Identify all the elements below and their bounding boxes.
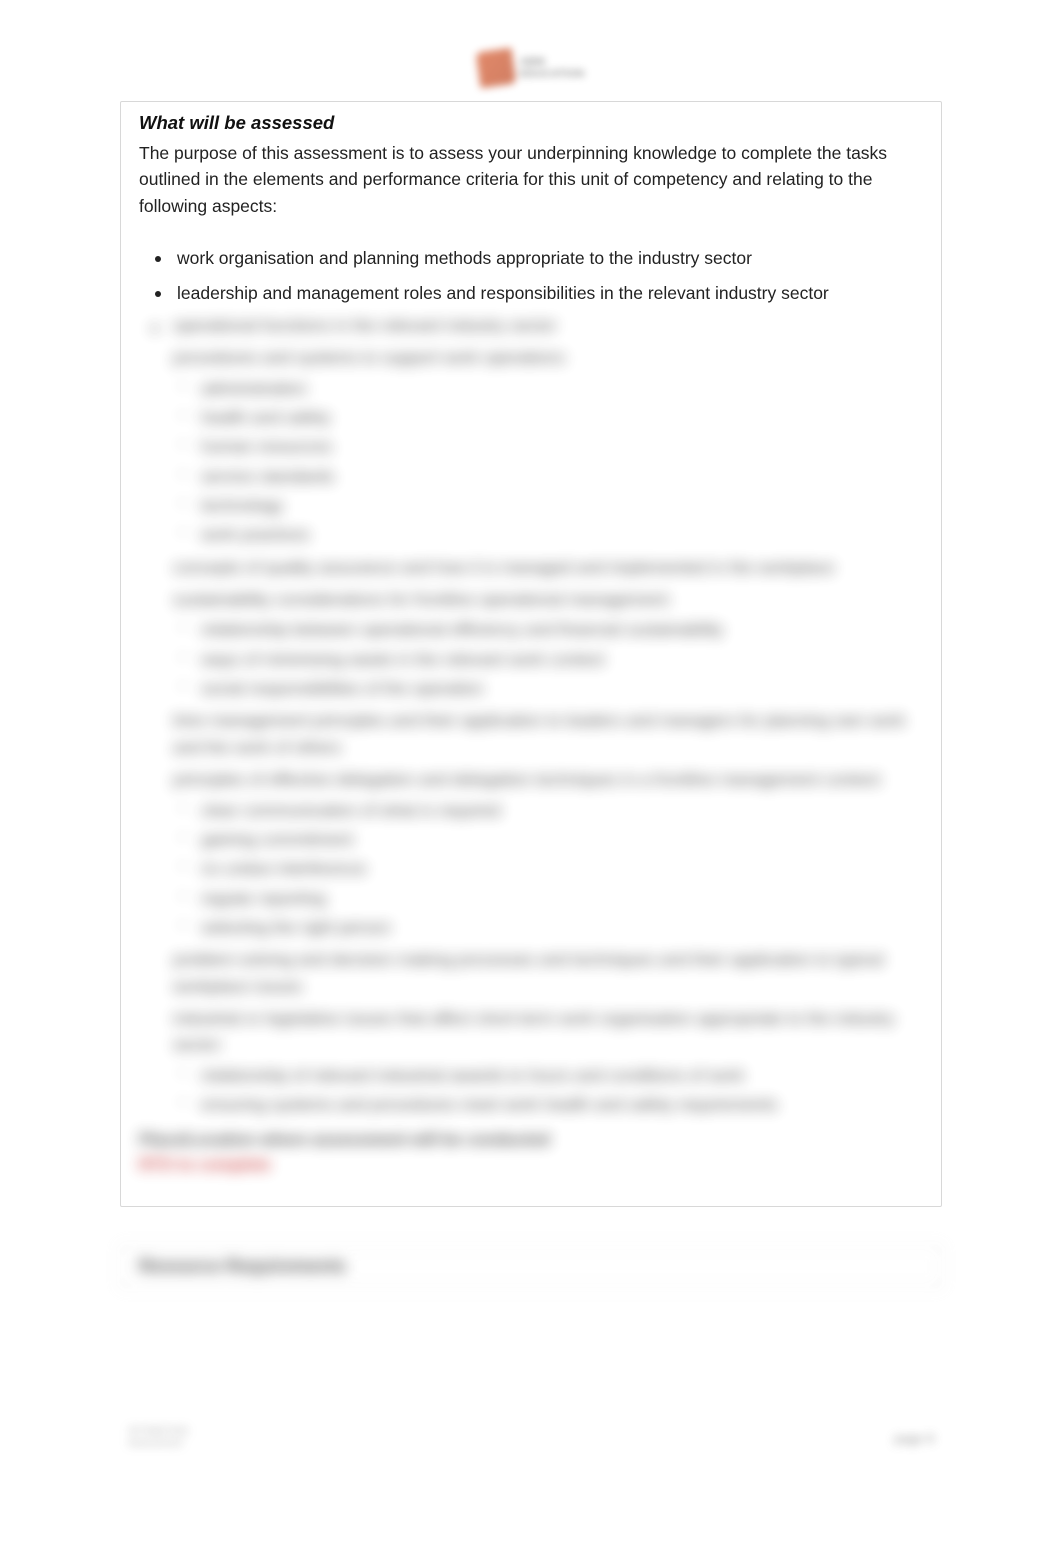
logo-mark-icon [475, 48, 516, 89]
sub-list-item: social responsibilities of the operation [201, 676, 923, 702]
page-footer: SITXMGT001 Assessment page 9 [0, 1426, 1062, 1450]
assessment-list: work organisation and planning methods a… [139, 243, 923, 307]
logo-line-2: EDUCATION [520, 68, 585, 80]
sub-list-item: no undue interference [201, 856, 923, 882]
list-item: concepts of quality assurance and how it… [173, 555, 923, 581]
sub-list-item: administration [201, 376, 923, 402]
header-logo-area: ABM EDUCATION [0, 50, 1062, 86]
list-item: industrial or legislative issues that af… [173, 1006, 923, 1118]
list-item: problem-solving and decision making proc… [173, 947, 923, 1000]
footer-page-number: page 9 [894, 1431, 934, 1446]
section-heading: What will be assessed [139, 112, 923, 134]
sub-list: administration health and safety human r… [173, 376, 923, 549]
intro-paragraph: The purpose of this assessment is to ass… [139, 140, 923, 219]
list-item-text: procedures and systems to support work o… [173, 348, 568, 367]
final-bold-line: Place/Location where assessment will be … [139, 1128, 923, 1153]
list-item: work organisation and planning methods a… [173, 243, 923, 272]
content-inner: What will be assessed The purpose of thi… [121, 102, 941, 1206]
sub-list-item: technology [201, 493, 923, 519]
sub-list-item: human resources [201, 434, 923, 460]
blurred-list: operational functions in the relevant in… [139, 313, 923, 1118]
list-item-text: sustainability considerations for frontl… [173, 590, 672, 609]
list-item: procedures and systems to support work o… [173, 345, 923, 548]
sub-list-item: health and safety [201, 405, 923, 431]
list-item-text: principles of effective delegation and d… [173, 770, 883, 789]
sub-list-item: relationship of relevant industrial awar… [201, 1063, 923, 1089]
list-item: time management principles and their app… [173, 708, 923, 761]
sub-list-item: ways of minimising waste in the relevant… [201, 647, 923, 673]
list-item: operational functions in the relevant in… [173, 313, 923, 339]
section-title: Resource Requirements [139, 1256, 923, 1277]
logo-line-1: ABM [520, 56, 585, 68]
final-red-line: RTO to complete [139, 1153, 923, 1178]
sub-list-item: service standards [201, 464, 923, 490]
sub-list-item: regular reporting [201, 886, 923, 912]
section-title-row: Resource Requirements [120, 1245, 942, 1288]
sub-list: relationship of relevant industrial awar… [173, 1063, 923, 1119]
list-item: principles of effective delegation and d… [173, 767, 923, 941]
list-item: leadership and management roles and resp… [173, 278, 923, 307]
final-lines: Place/Location where assessment will be … [139, 1128, 923, 1178]
document-page: ABM EDUCATION What will be assessed The … [0, 0, 1062, 1556]
sub-list-item: gaining commitment [201, 827, 923, 853]
logo-text: ABM EDUCATION [520, 56, 585, 80]
list-item: sustainability considerations for frontl… [173, 587, 923, 702]
sub-list-item: relationship between operational efficie… [201, 617, 923, 643]
sub-list: relationship between operational efficie… [173, 617, 923, 702]
footer-left: SITXMGT001 Assessment [128, 1426, 189, 1450]
content-frame: What will be assessed The purpose of thi… [120, 101, 942, 1207]
sub-list: clear communication of what is required … [173, 798, 923, 942]
footer-code: SITXMGT001 [128, 1426, 189, 1438]
blurred-content: operational functions in the relevant in… [139, 313, 923, 1118]
sub-list-item: selecting the right person [201, 915, 923, 941]
sub-list-item: work practices [201, 522, 923, 548]
sub-list-item: ensuring systems and procedures meet wor… [201, 1092, 923, 1118]
logo: ABM EDUCATION [478, 50, 585, 86]
footer-label: Assessment [128, 1438, 189, 1450]
sub-list-item: clear communication of what is required [201, 798, 923, 824]
list-item-text: industrial or legislative issues that af… [173, 1009, 895, 1054]
